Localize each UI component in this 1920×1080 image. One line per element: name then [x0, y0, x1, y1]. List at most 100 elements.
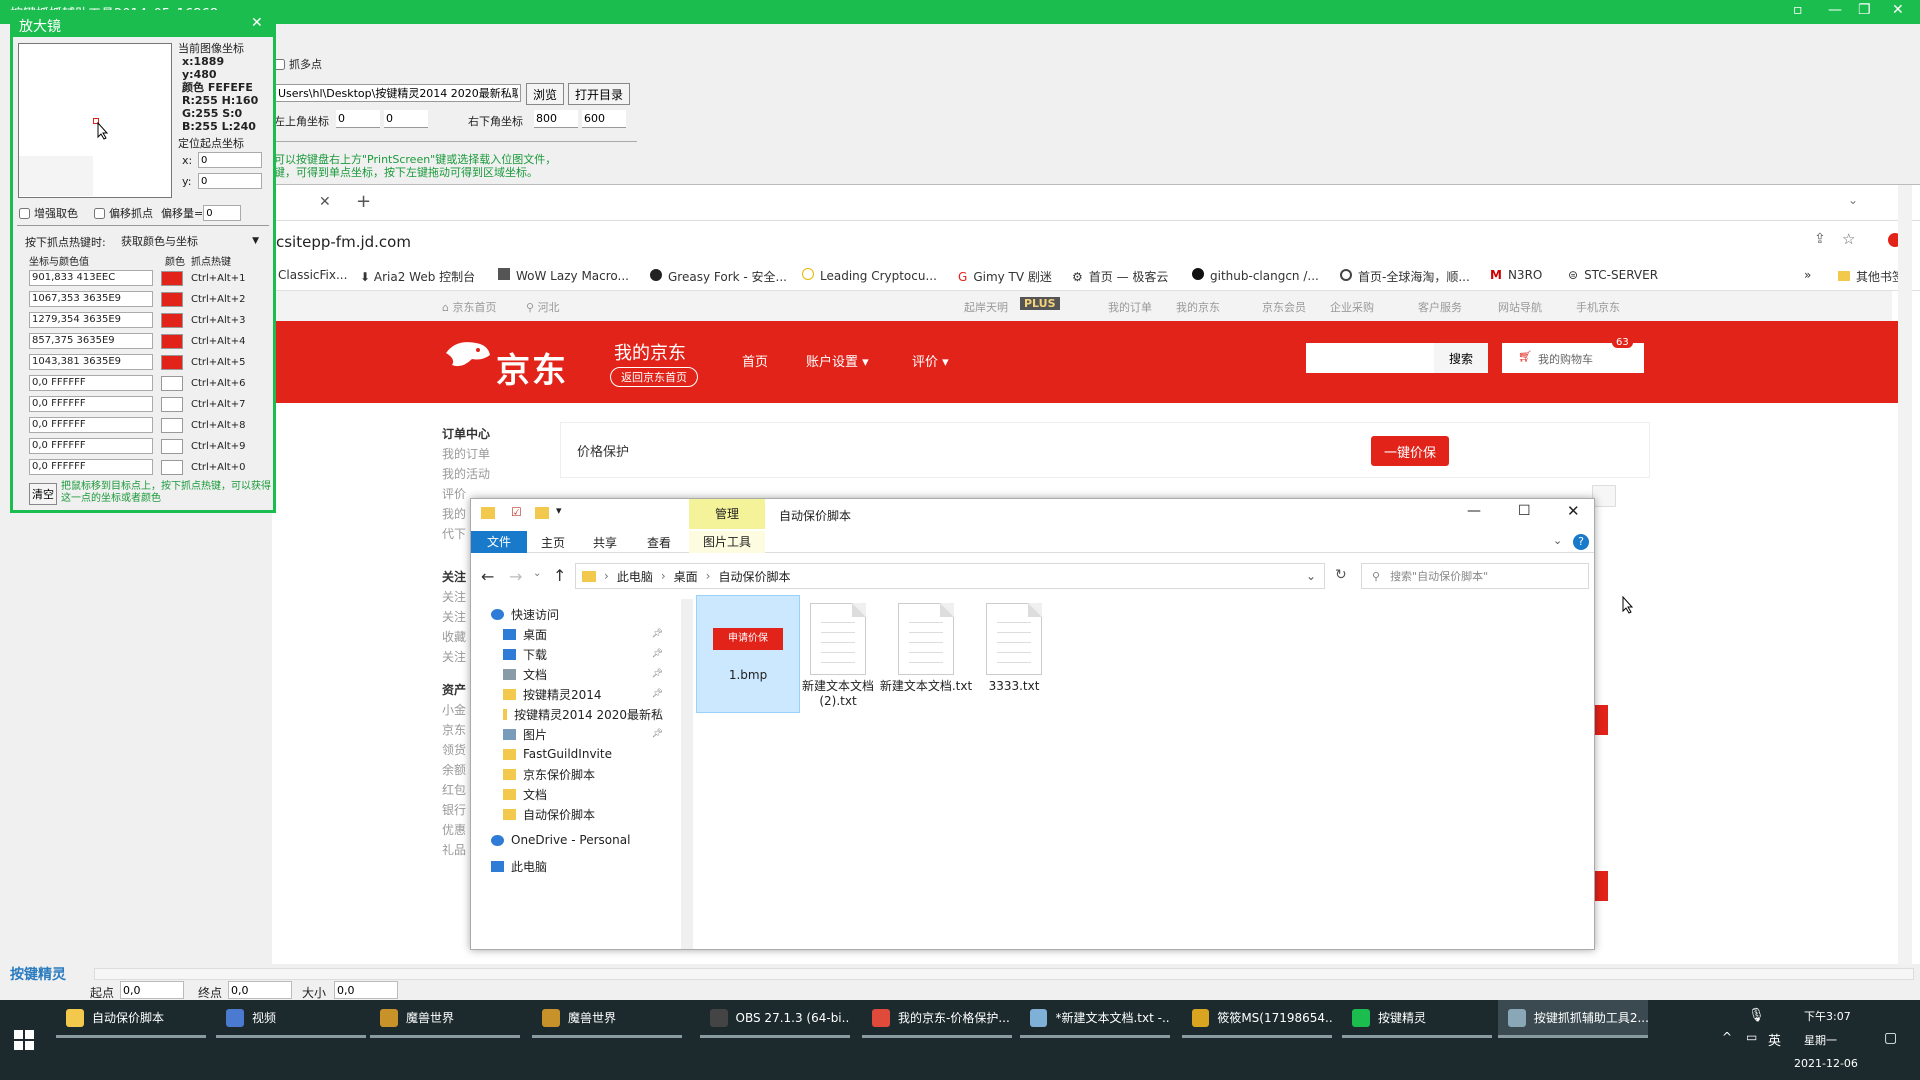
- hotkey-row[interactable]: 0,0 FFFFFF Ctrl+Alt+6: [29, 374, 259, 394]
- windows-start-icon[interactable]: [14, 1030, 34, 1050]
- chevron-down-icon[interactable]: ⌄: [1848, 193, 1858, 207]
- back-home-button[interactable]: 返回京东首页: [610, 367, 698, 387]
- back-arrow-icon[interactable]: ←: [481, 567, 494, 586]
- network-icon[interactable]: ▭: [1746, 1030, 1757, 1044]
- clear-button[interactable]: 清空: [29, 483, 57, 505]
- breadcrumb-current[interactable]: 自动保价脚本: [718, 568, 790, 585]
- clock-date[interactable]: 2021-12-06: [1794, 1057, 1858, 1070]
- sidebar-section-title[interactable]: 订单中心: [442, 425, 490, 442]
- hotkey-row[interactable]: 0,0 FFFFFF Ctrl+Alt+9: [29, 437, 259, 457]
- maximize-button[interactable]: ❐: [1858, 2, 1871, 18]
- taskbar-app-button[interactable]: 视频: [216, 1000, 366, 1038]
- explorer-search-box[interactable]: ⚲ 搜索"自动保价脚本": [1361, 563, 1589, 589]
- top-link-myjd[interactable]: 我的京东: [1176, 299, 1220, 315]
- sidebar-item[interactable]: 代下: [442, 525, 466, 542]
- ime-indicator[interactable]: 英: [1768, 1030, 1781, 1049]
- up-arrow-icon[interactable]: ↑: [553, 566, 566, 585]
- sidebar-item[interactable]: 礼品: [442, 841, 466, 858]
- tree-item[interactable]: 京东保价脚本: [503, 763, 663, 785]
- coord-color-value[interactable]: 0,0 FFFFFF: [29, 417, 153, 433]
- coord-color-value[interactable]: 0,0 FFFFFF: [29, 375, 153, 391]
- ribbon-expand-icon[interactable]: ⌄: [1553, 534, 1562, 547]
- coord-color-value[interactable]: 857,375 3635E9: [29, 333, 153, 349]
- sidebar-item[interactable]: 余额: [442, 761, 466, 778]
- tree-item[interactable]: OneDrive - Personal: [491, 829, 671, 851]
- star-icon[interactable]: ☆: [1842, 230, 1855, 248]
- maximize-button[interactable]: ☐: [1518, 503, 1531, 519]
- tree-item[interactable]: 图片 📌︎: [503, 723, 663, 745]
- sidebar-item[interactable]: 小金: [442, 701, 466, 718]
- top-link-enterprise[interactable]: 企业采购: [1330, 299, 1374, 315]
- apply-button-partial[interactable]: [1594, 705, 1608, 735]
- nav-reviews[interactable]: 评价 ▾: [912, 351, 949, 370]
- new-folder-icon[interactable]: [535, 507, 549, 519]
- ribbon-tab-picture-tools[interactable]: 图片工具: [689, 531, 765, 553]
- sidebar-section-title[interactable]: 关注: [442, 568, 466, 585]
- cart-button[interactable]: 🛒︎ 我的购物车 63: [1502, 337, 1644, 373]
- bottom-right-x-input[interactable]: [534, 110, 578, 128]
- magnifier-close-button[interactable]: ✕: [251, 15, 263, 31]
- taskbar-app-button[interactable]: 按键抓抓辅助工具2...: [1498, 1000, 1648, 1038]
- horizontal-scrollbar[interactable]: [94, 968, 1914, 980]
- microphone-icon[interactable]: 🎙︎: [1748, 1008, 1765, 1023]
- quick-access-dropdown-icon[interactable]: ▾: [556, 504, 562, 517]
- hotkey-row[interactable]: 901,833 413EEC Ctrl+Alt+1: [29, 269, 259, 289]
- taskbar-app-button[interactable]: *新建文本文档.txt -...: [1020, 1000, 1170, 1038]
- offset-input[interactable]: [203, 205, 242, 221]
- coord-color-value[interactable]: 1279,354 3635E9: [29, 312, 153, 328]
- jd-home-link[interactable]: ⌂ 京东首页: [442, 299, 496, 315]
- hotkey-row[interactable]: 1279,354 3635E9 Ctrl+Alt+3: [29, 311, 259, 331]
- hotkey-row[interactable]: 1043,381 3635E9 Ctrl+Alt+5: [29, 353, 259, 373]
- recent-dropdown-icon[interactable]: ⌄: [533, 568, 541, 579]
- file-item[interactable]: 3333.txt: [962, 595, 1066, 713]
- forward-arrow-icon[interactable]: →: [509, 567, 522, 586]
- end-input[interactable]: [228, 981, 292, 999]
- tree-item[interactable]: 此电脑: [491, 855, 671, 877]
- top-link-nav[interactable]: 网站导航: [1498, 299, 1542, 315]
- taskbar-app-button[interactable]: 魔兽世界: [532, 1000, 682, 1038]
- ribbon-tab-home[interactable]: 主页: [541, 534, 565, 551]
- tree-item[interactable]: 快速访问: [491, 603, 671, 625]
- enhance-color-checkbox[interactable]: [19, 207, 30, 219]
- ribbon-tab-view[interactable]: 查看: [647, 534, 671, 551]
- sidebar-item[interactable]: 我的订单: [442, 445, 490, 462]
- refresh-icon[interactable]: ↻: [1335, 567, 1347, 583]
- breadcrumb[interactable]: › 此电脑 › 桌面 › 自动保价脚本 ⌄: [575, 563, 1325, 589]
- jd-dog-logo-icon[interactable]: [442, 335, 492, 375]
- clock-weekday[interactable]: 星期一: [1804, 1032, 1837, 1048]
- bookmark-item[interactable]: ⬇ Aria2 Web 控制台: [360, 268, 475, 285]
- top-link-member[interactable]: 京东会员: [1262, 299, 1306, 315]
- sidebar-item[interactable]: 评价: [442, 485, 466, 502]
- coord-color-value[interactable]: 0,0 FFFFFF: [29, 396, 153, 412]
- tree-item[interactable]: 按键精灵2014 2020最新私 📌︎: [503, 703, 663, 725]
- hotkey-row[interactable]: 0,0 FFFFFF Ctrl+Alt+7: [29, 395, 259, 415]
- tree-item[interactable]: 桌面 📌︎: [503, 623, 663, 645]
- bottom-right-y-input[interactable]: [582, 110, 626, 128]
- bookmark-item[interactable]: G Gimy TV 剧迷: [958, 268, 1052, 285]
- help-icon[interactable]: ?: [1573, 534, 1589, 550]
- manage-tab[interactable]: 管理: [689, 499, 765, 529]
- hotkey-row[interactable]: 1067,353 3635E9 Ctrl+Alt+2: [29, 290, 259, 310]
- sidebar-item[interactable]: 领货: [442, 741, 466, 758]
- taskbar-app-button[interactable]: 筱筱MS(17198654...: [1182, 1000, 1332, 1038]
- notification-icon[interactable]: ▢: [1884, 1030, 1897, 1046]
- sidebar-item[interactable]: 我的: [442, 505, 466, 522]
- tree-item[interactable]: 文档 📌︎: [503, 663, 663, 685]
- bookmark-item[interactable]: 首页-全球海淘，顺...: [1340, 268, 1470, 285]
- offset-grab-checkbox[interactable]: [94, 207, 105, 219]
- tree-item[interactable]: 按键精灵2014 📌︎: [503, 683, 663, 705]
- bookmark-item[interactable]: WoW Lazy Macro...: [498, 268, 629, 283]
- taskbar-app-button[interactable]: OBS 27.1.3 (64-bi...: [700, 1000, 850, 1038]
- hotkey-row[interactable]: 857,375 3635E9 Ctrl+Alt+4: [29, 332, 259, 352]
- breadcrumb-this-pc[interactable]: 此电脑: [617, 568, 653, 585]
- plus-badge[interactable]: PLUS: [1020, 297, 1060, 310]
- location-link[interactable]: ⚲ 河北: [526, 299, 560, 315]
- minimize-button[interactable]: —: [1828, 2, 1842, 18]
- top-link-mobile[interactable]: 手机京东: [1576, 299, 1620, 315]
- close-button[interactable]: ✕: [1892, 2, 1904, 18]
- browse-button[interactable]: 浏览: [526, 83, 565, 105]
- top-link-user[interactable]: 起岸天明: [964, 299, 1008, 315]
- taskbar-app-button[interactable]: 自动保价脚本: [56, 1000, 206, 1038]
- bookmark-item[interactable]: github-clangcn /...: [1192, 268, 1319, 283]
- sidebar-item[interactable]: 关注: [442, 608, 466, 625]
